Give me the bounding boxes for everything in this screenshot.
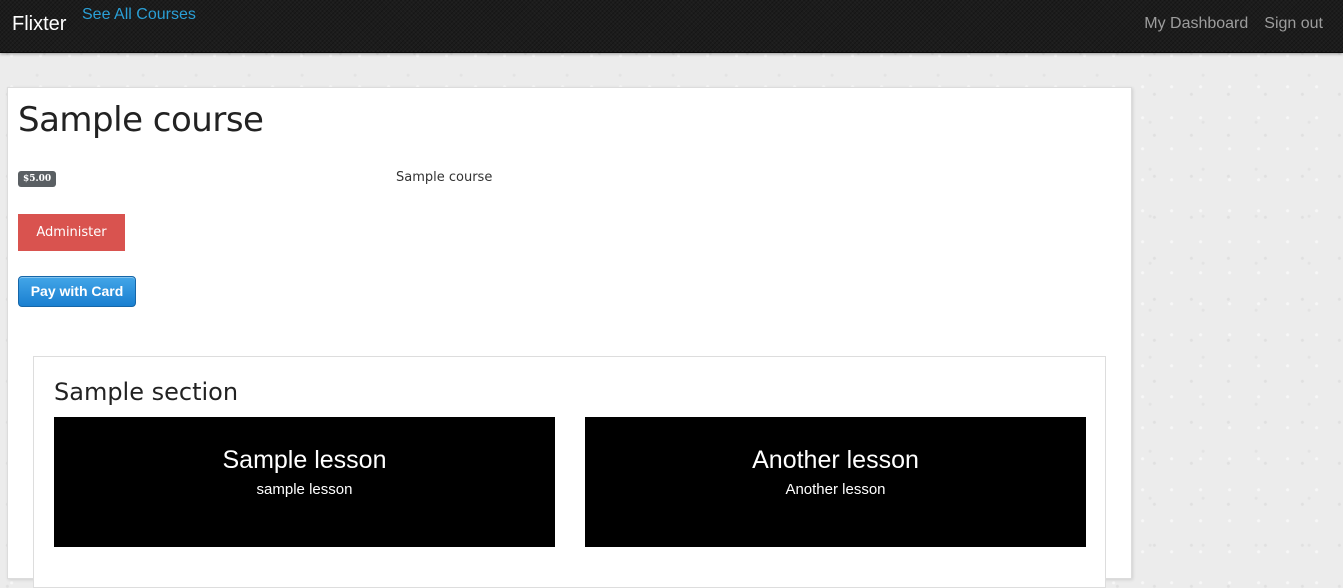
course-section: Sample section Sample lesson sample less… (33, 356, 1106, 588)
course-title: Sample course (18, 100, 264, 140)
lesson-subtitle: Another lesson (785, 481, 886, 498)
brand-logo-link[interactable]: Flixter (12, 12, 66, 36)
navbar-right-links: My Dashboard Sign out (1144, 14, 1323, 34)
course-description: Sample course (396, 170, 493, 185)
course-panel: Sample course $5.00 Sample course Admini… (7, 87, 1132, 588)
lesson-title: Another lesson (752, 446, 919, 474)
administer-button[interactable]: Administer (18, 214, 125, 251)
top-navbar: Flixter See All Courses My Dashboard Sig… (0, 0, 1343, 53)
my-dashboard-link[interactable]: My Dashboard (1144, 14, 1248, 34)
lesson-card-another-lesson[interactable]: Another lesson Another lesson (585, 417, 1086, 547)
lesson-subtitle: sample lesson (256, 481, 353, 498)
price-badge: $5.00 (18, 171, 57, 187)
see-all-courses-link[interactable]: See All Courses (82, 5, 196, 25)
sign-out-link[interactable]: Sign out (1264, 14, 1323, 34)
section-title: Sample section (54, 378, 239, 406)
lesson-card-sample-lesson[interactable]: Sample lesson sample lesson (54, 417, 555, 547)
lesson-title: Sample lesson (222, 446, 387, 474)
pay-with-card-button[interactable]: Pay with Card (18, 276, 136, 307)
